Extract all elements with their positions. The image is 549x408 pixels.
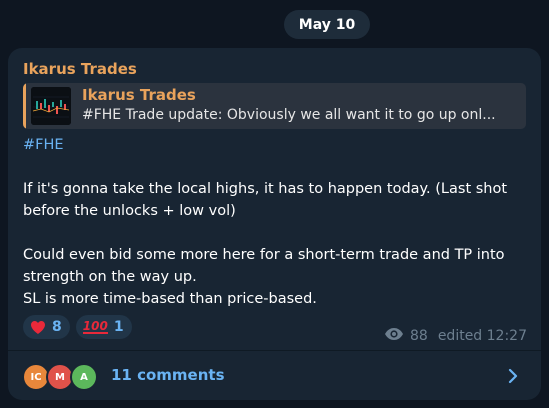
reply-author: Ikarus Trades xyxy=(82,86,196,104)
view-count: 88 xyxy=(409,328,428,344)
commenter-avatars: IC M A xyxy=(22,363,102,391)
message-bubble: Ikarus Trades Ikarus Trades #FHE Trade u… xyxy=(8,48,541,400)
reaction-heart[interactable]: 8 xyxy=(23,315,70,339)
reply-text: #FHE Trade update: Obviously we all want… xyxy=(82,107,496,123)
message-paragraph: Could even bid some more here for a shor… xyxy=(23,247,505,285)
message-paragraph: If it's gonna take the local highs, it h… xyxy=(23,181,508,219)
heart-icon xyxy=(30,319,46,335)
eye-icon xyxy=(384,327,404,345)
reaction-count: 8 xyxy=(52,319,62,335)
comments-count-label: 11 comments xyxy=(111,366,225,384)
message-paragraph: SL is more time-based than price-based. xyxy=(23,291,317,307)
chevron-right-icon xyxy=(506,367,520,385)
message-meta: 88 edited 12:27 xyxy=(384,327,527,345)
reaction-100[interactable]: 100 1 xyxy=(75,315,132,339)
reactions-bar: 8 100 1 xyxy=(23,315,132,339)
date-label: May 10 xyxy=(298,16,356,33)
hashtag-link[interactable]: #FHE xyxy=(23,134,533,156)
reply-accent-bar xyxy=(23,83,26,129)
reply-preview[interactable]: Ikarus Trades #FHE Trade update: Obvious… xyxy=(23,83,526,129)
edited-timestamp: edited 12:27 xyxy=(437,328,527,344)
message-text: #FHE If it's gonna take the local highs,… xyxy=(23,134,533,310)
post-author[interactable]: Ikarus Trades xyxy=(23,60,137,78)
hundred-points-icon: 100 xyxy=(82,319,108,334)
date-separator: May 10 xyxy=(284,10,370,39)
comments-button[interactable]: IC M A 11 comments xyxy=(8,351,541,400)
reaction-count: 1 xyxy=(113,319,124,335)
avatar: A xyxy=(70,363,98,391)
reply-thumbnail xyxy=(31,87,71,125)
